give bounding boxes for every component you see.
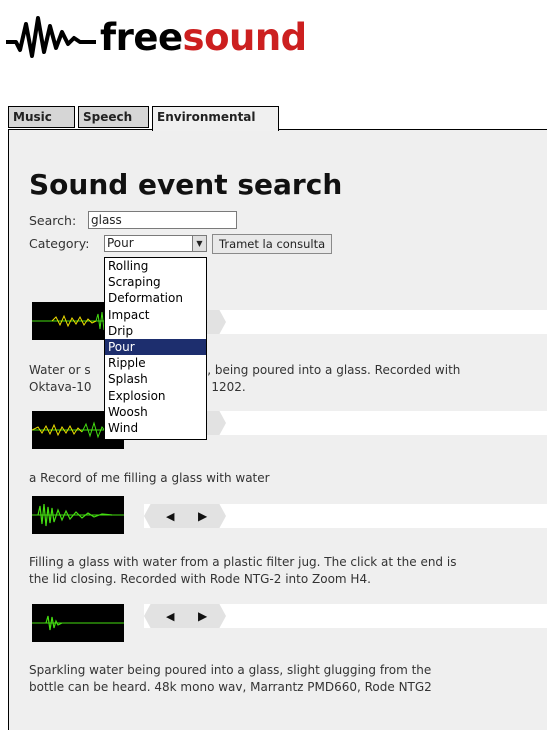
dropdown-option[interactable]: Scraping	[105, 274, 206, 290]
category-dropdown[interactable]: Rolling Scraping Deformation Impact Drip…	[104, 257, 207, 440]
play-icon[interactable]: ▶	[198, 609, 207, 623]
category-label: Category:	[29, 236, 90, 251]
tab-environmental[interactable]: Environmental	[152, 106, 279, 131]
page-title: Sound event search	[29, 168, 343, 201]
waveform-icon	[6, 16, 96, 58]
speaker-icon[interactable]: ◀	[166, 610, 174, 623]
search-input[interactable]: glass	[88, 211, 237, 229]
waveform-thumbnail[interactable]	[32, 604, 124, 642]
dropdown-option[interactable]: Drip	[105, 323, 206, 339]
result-description: Filling a glass with water from a plasti…	[29, 555, 457, 586]
submit-button[interactable]: Tramet la consulta	[212, 234, 333, 254]
dropdown-option-selected[interactable]: Pour	[105, 338, 206, 356]
dropdown-option[interactable]: Deformation	[105, 290, 206, 306]
tab-music[interactable]: Music	[8, 106, 75, 128]
result-description: Sparkling water being poured into a glas…	[29, 663, 432, 694]
search-panel: Sound event search Search: glass Categor…	[8, 129, 547, 730]
tab-speech[interactable]: Speech	[78, 106, 149, 128]
dropdown-option[interactable]: Ripple	[105, 355, 206, 371]
play-icon[interactable]: ▶	[198, 509, 207, 523]
result-description: a Record of me filling a glass with wate…	[29, 471, 270, 485]
dropdown-option[interactable]: Woosh	[105, 404, 206, 420]
audio-player: ◀ ▶	[144, 604, 547, 628]
waveform-thumbnail[interactable]	[32, 496, 124, 534]
dropdown-option[interactable]: Rolling	[105, 258, 206, 274]
chevron-down-icon[interactable]: ▼	[192, 236, 206, 251]
freesound-logo[interactable]: freesound	[6, 8, 336, 72]
dropdown-option[interactable]: Impact	[105, 307, 206, 323]
category-selected-value: Pour	[107, 236, 134, 250]
dropdown-option[interactable]: Wind	[105, 420, 206, 436]
speaker-icon[interactable]: ◀	[166, 510, 174, 523]
dropdown-option[interactable]: Splash	[105, 371, 206, 387]
search-label: Search:	[29, 213, 77, 228]
dropdown-option[interactable]: Explosion	[105, 388, 206, 404]
logo-text-free: free	[100, 16, 183, 59]
logo-text-sound: sound	[182, 16, 308, 59]
category-select[interactable]: Pour ▼	[104, 235, 207, 252]
audio-player: ◀ ▶	[144, 504, 547, 528]
